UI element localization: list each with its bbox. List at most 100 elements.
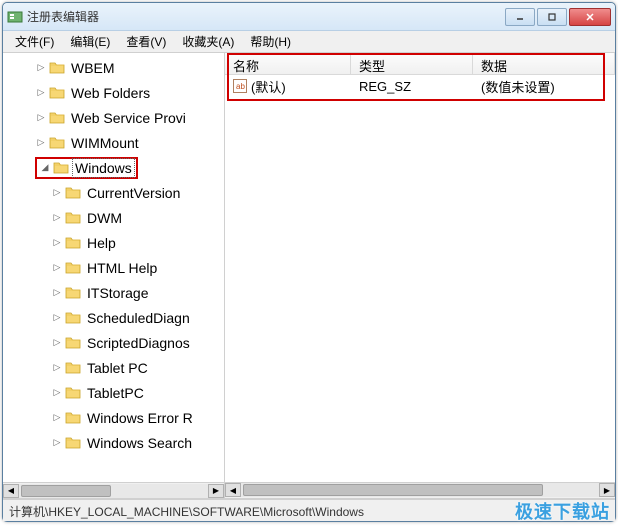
expand-icon[interactable]: ▷ <box>35 112 47 124</box>
scroll-left-arrow[interactable]: ◀ <box>225 483 241 497</box>
folder-icon <box>65 360 81 376</box>
tree-item-label: ITStorage <box>85 284 150 302</box>
folder-icon <box>49 135 65 151</box>
col-data[interactable]: 数据 <box>473 53 615 74</box>
col-type[interactable]: 类型 <box>351 53 473 74</box>
highlight-annotation: ◢ Windows <box>35 157 138 179</box>
scroll-left-arrow[interactable]: ◀ <box>3 484 19 498</box>
tree-item[interactable]: ▷ ITStorage <box>3 280 224 305</box>
menu-view[interactable]: 查看(V) <box>118 31 174 52</box>
window-controls <box>505 8 611 26</box>
tree-item-label: DWM <box>85 209 124 227</box>
tree-item-label: TabletPC <box>85 384 146 402</box>
expand-icon[interactable]: ▷ <box>51 212 63 224</box>
expand-icon[interactable]: ▷ <box>51 187 63 199</box>
tree-item[interactable]: ▷ Tablet PC <box>3 355 224 380</box>
folder-icon <box>65 185 81 201</box>
tree-item[interactable]: ▷ Help <box>3 230 224 255</box>
tree-item[interactable]: ◢ Windows <box>3 155 224 180</box>
expand-icon[interactable]: ▷ <box>35 137 47 149</box>
menubar: 文件(F) 编辑(E) 查看(V) 收藏夹(A) 帮助(H) <box>3 31 615 53</box>
cell-type: REG_SZ <box>351 77 473 96</box>
tree-item-label: CurrentVersion <box>85 184 182 202</box>
tree-horizontal-scrollbar[interactable]: ◀ ▶ <box>3 482 224 498</box>
tree-item-label: HTML Help <box>85 259 159 277</box>
folder-icon <box>53 160 69 176</box>
scroll-track[interactable] <box>19 484 208 498</box>
folder-icon <box>65 410 81 426</box>
string-value-icon: ab <box>233 79 247 93</box>
expand-icon[interactable]: ▷ <box>51 412 63 424</box>
expand-icon[interactable]: ▷ <box>51 287 63 299</box>
folder-icon <box>49 60 65 76</box>
tree-item[interactable]: ▷ ScriptedDiagnos <box>3 330 224 355</box>
tree-item[interactable]: ▷ TabletPC <box>3 380 224 405</box>
folder-icon <box>65 235 81 251</box>
close-button[interactable] <box>569 8 611 26</box>
list-header: 名称 类型 数据 <box>225 53 615 75</box>
tree-item[interactable]: ▷ Web Folders <box>3 80 224 105</box>
cell-name: ab(默认) <box>225 75 351 98</box>
tree-item[interactable]: ▷ WIMMount <box>3 130 224 155</box>
list-pane: 名称 类型 数据 ab(默认)REG_SZ(数值未设置) ◀ ▶ <box>225 53 615 498</box>
tree-item[interactable]: ▷ Web Service Provi <box>3 105 224 130</box>
minimize-button[interactable] <box>505 8 535 26</box>
tree-item-label: Help <box>85 234 118 252</box>
tree-item[interactable]: ▷ HTML Help <box>3 255 224 280</box>
tree-item-label: Web Folders <box>69 84 152 102</box>
tree-item[interactable]: ▷ CurrentVersion <box>3 180 224 205</box>
folder-icon <box>65 435 81 451</box>
content-area: ▷WBEM▷Web Folders▷Web Service Provi▷WIMM… <box>3 53 615 499</box>
expand-icon[interactable]: ▷ <box>35 62 47 74</box>
tree-item[interactable]: ▷ DWM <box>3 205 224 230</box>
tree-item-label: Windows Search <box>85 434 194 452</box>
list-horizontal-scrollbar[interactable]: ◀ ▶ <box>225 482 615 498</box>
tree-pane: ▷WBEM▷Web Folders▷Web Service Provi▷WIMM… <box>3 53 225 498</box>
collapse-icon[interactable]: ◢ <box>39 162 51 174</box>
scroll-thumb[interactable] <box>21 485 111 497</box>
folder-icon <box>49 85 65 101</box>
maximize-button[interactable] <box>537 8 567 26</box>
folder-icon <box>65 310 81 326</box>
folder-icon <box>49 110 65 126</box>
expand-icon[interactable]: ▷ <box>51 387 63 399</box>
menu-edit[interactable]: 编辑(E) <box>62 31 118 52</box>
scroll-right-arrow[interactable]: ▶ <box>599 483 615 497</box>
expand-icon[interactable]: ▷ <box>35 87 47 99</box>
menu-help[interactable]: 帮助(H) <box>242 31 299 52</box>
tree-item-label: WIMMount <box>69 134 141 152</box>
tree-body[interactable]: ▷WBEM▷Web Folders▷Web Service Provi▷WIMM… <box>3 53 224 482</box>
tree-item[interactable]: ▷WBEM <box>3 55 224 80</box>
tree-item-label: Tablet PC <box>85 359 150 377</box>
scroll-thumb[interactable] <box>243 484 543 496</box>
folder-icon <box>65 285 81 301</box>
expand-icon[interactable]: ▷ <box>51 237 63 249</box>
menu-favorites[interactable]: 收藏夹(A) <box>174 31 242 52</box>
tree-item-label: ScriptedDiagnos <box>85 334 192 352</box>
list-row[interactable]: ab(默认)REG_SZ(数值未设置) <box>225 75 615 97</box>
cell-data: (数值未设置) <box>473 75 615 98</box>
tree-item-label: Windows <box>73 159 134 177</box>
col-name[interactable]: 名称 <box>225 53 351 74</box>
tree-item[interactable]: ▷ Windows Error R <box>3 405 224 430</box>
expand-icon[interactable]: ▷ <box>51 362 63 374</box>
folder-icon <box>65 335 81 351</box>
list-body[interactable]: ab(默认)REG_SZ(数值未设置) <box>225 75 615 482</box>
expand-icon[interactable]: ▷ <box>51 337 63 349</box>
folder-icon <box>65 260 81 276</box>
folder-icon <box>65 385 81 401</box>
expand-icon[interactable]: ▷ <box>51 262 63 274</box>
svg-text:ab: ab <box>236 82 245 91</box>
tree-item[interactable]: ▷ Windows Search <box>3 430 224 455</box>
scroll-track[interactable] <box>241 483 599 497</box>
menu-file[interactable]: 文件(F) <box>7 31 62 52</box>
expand-icon[interactable]: ▷ <box>51 312 63 324</box>
expand-icon[interactable]: ▷ <box>51 437 63 449</box>
titlebar[interactable]: 注册表编辑器 <box>3 3 615 31</box>
tree-item-label: Windows Error R <box>85 409 195 427</box>
registry-editor-window: 注册表编辑器 文件(F) 编辑(E) 查看(V) 收藏夹(A) 帮助(H) ▷W… <box>2 2 616 522</box>
scroll-right-arrow[interactable]: ▶ <box>208 484 224 498</box>
tree-item[interactable]: ▷ ScheduledDiagn <box>3 305 224 330</box>
tree-item-label: ScheduledDiagn <box>85 309 192 327</box>
tree-item-label: Web Service Provi <box>69 109 188 127</box>
